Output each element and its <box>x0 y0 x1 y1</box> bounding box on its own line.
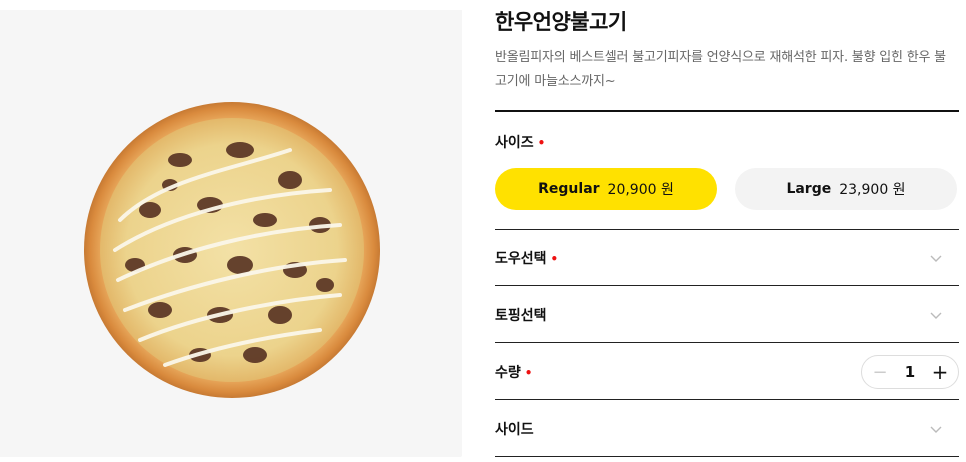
side-select-row[interactable]: 사이드 <box>495 400 959 456</box>
product-title: 한우언양불고기 <box>495 10 627 34</box>
divider <box>495 342 959 343</box>
topping-select-row[interactable]: 토핑선택 <box>495 286 959 342</box>
chevron-down-icon <box>930 255 942 262</box>
size-name: Regular <box>538 181 600 197</box>
dough-select-row[interactable]: 도우선택 • <box>495 230 959 285</box>
quantity-label: 수량 <box>495 365 521 381</box>
side-label: 사이드 <box>495 422 534 438</box>
dough-label: 도우선택 <box>495 251 547 267</box>
size-name: Large <box>786 181 832 197</box>
topping-label: 토핑선택 <box>495 308 547 324</box>
chevron-down-icon <box>930 426 942 433</box>
increase-button[interactable]: + <box>930 360 950 384</box>
required-mark: • <box>550 252 559 266</box>
product-description: 반올림피자의 베스트셀러 불고기피자를 언양식으로 재해석한 피자. 불향 입힌… <box>495 50 946 89</box>
chevron-down-icon <box>930 312 942 319</box>
required-mark: • <box>524 366 533 380</box>
pizza-image <box>84 102 380 398</box>
product-image-panel <box>0 10 462 457</box>
divider <box>495 456 959 457</box>
size-option-regular[interactable]: Regular 20,900 원 <box>495 168 717 210</box>
quantity-value: 1 <box>904 363 916 381</box>
size-label: 사이즈 <box>495 135 534 151</box>
size-section-label: 사이즈 • <box>495 132 545 152</box>
product-detail: 한우언양불고기 반올림피자의 베스트셀러 불고기피자를 언양식으로 재해석한 피… <box>495 0 959 462</box>
quantity-stepper: − 1 + <box>861 355 959 389</box>
size-price: 20,900 원 <box>607 182 674 198</box>
required-mark: • <box>537 136 546 150</box>
size-option-large[interactable]: Large 23,900 원 <box>735 168 957 210</box>
decrease-button[interactable]: − <box>870 362 890 383</box>
size-price: 23,900 원 <box>839 182 906 198</box>
quantity-section-label: 수량 • <box>495 362 532 382</box>
divider <box>495 110 959 112</box>
dough-section-label: 도우선택 • <box>495 248 558 268</box>
